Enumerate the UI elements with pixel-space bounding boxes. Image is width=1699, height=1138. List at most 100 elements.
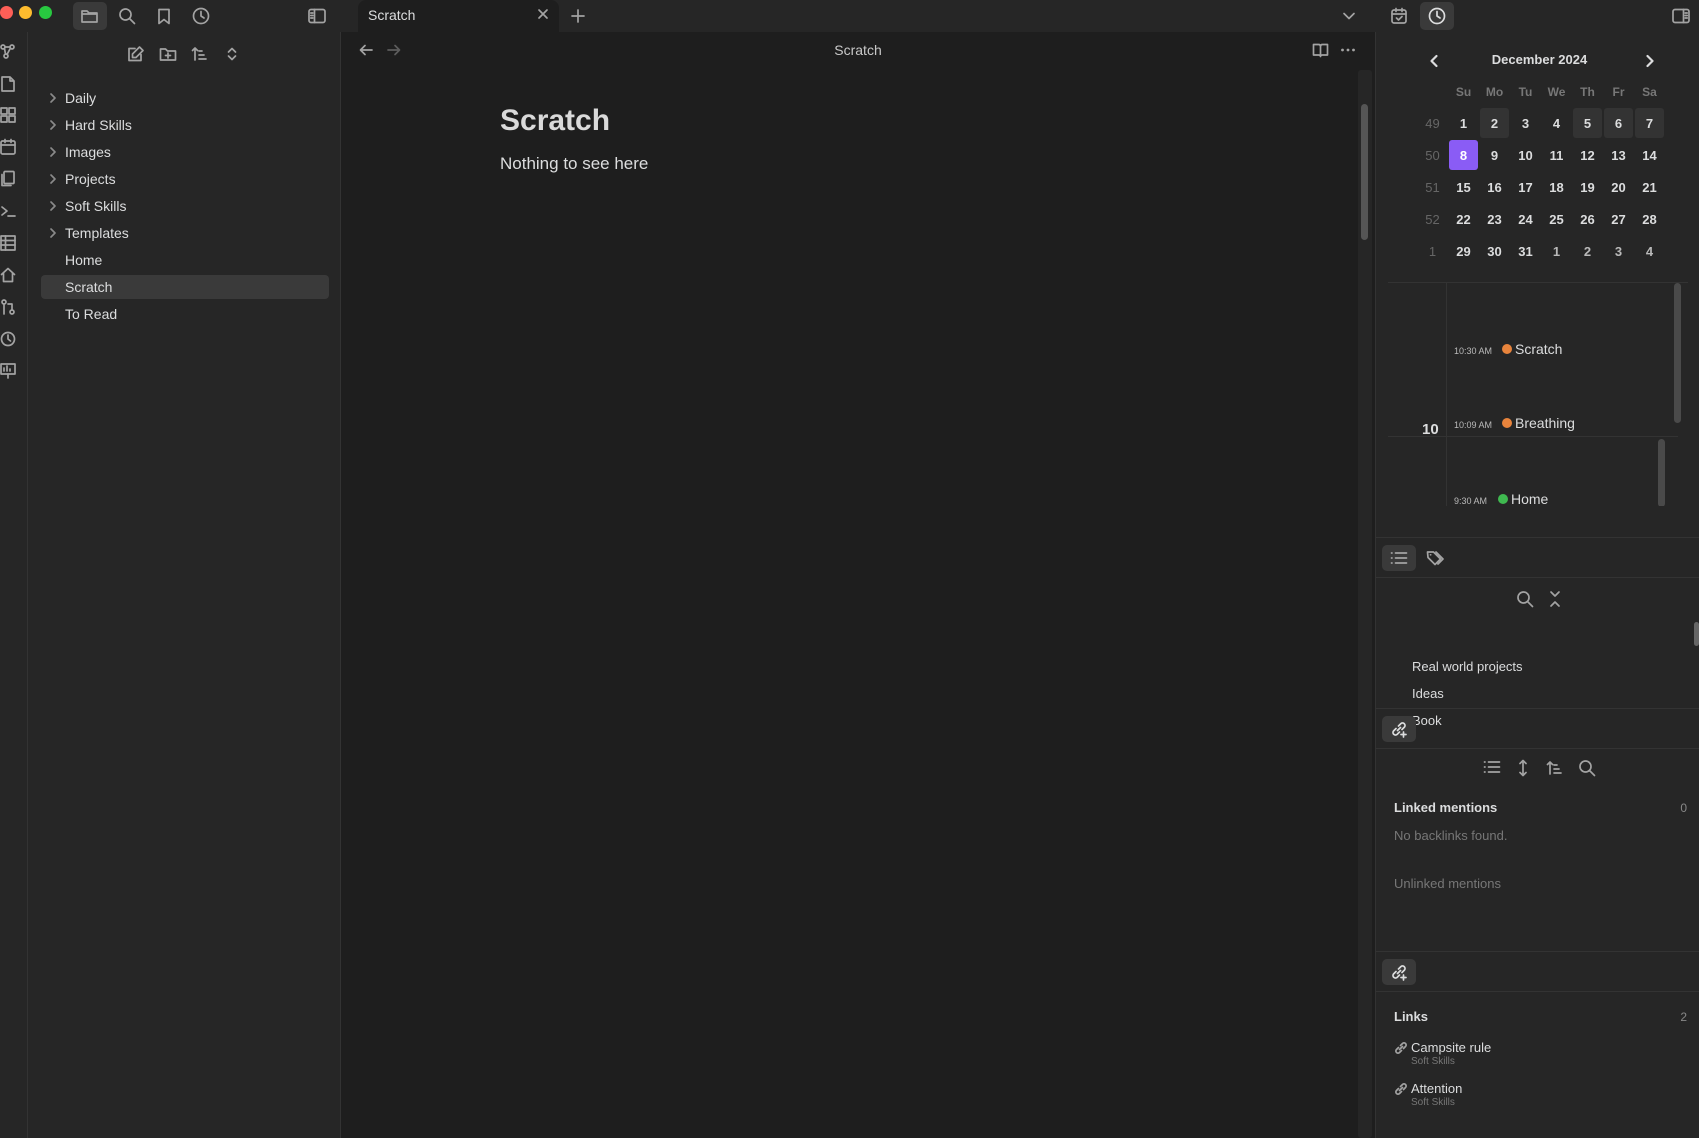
calendar-day[interactable]: 2 (1573, 236, 1602, 266)
file-explorer-tab-button[interactable] (73, 2, 107, 30)
toggle-right-sidebar-button[interactable] (1664, 2, 1698, 30)
timeline-scrollbar[interactable] (1674, 283, 1681, 423)
toggle-left-sidebar-button[interactable] (300, 2, 334, 30)
daily-note-icon[interactable] (0, 138, 16, 156)
sort-button[interactable] (188, 42, 212, 66)
calendar-day[interactable]: 2 (1480, 108, 1509, 138)
tree-folder[interactable]: Daily (41, 86, 329, 110)
calendar-day[interactable]: 16 (1480, 172, 1509, 202)
history-icon[interactable] (0, 330, 16, 348)
outgoing-links-tab-button[interactable] (1382, 959, 1416, 985)
home-icon[interactable] (0, 266, 16, 284)
collapse-all-button[interactable] (220, 42, 244, 66)
backlinks-tab-button[interactable] (1382, 716, 1416, 742)
calendar-day[interactable]: 20 (1604, 172, 1633, 202)
outgoing-link-name[interactable]: Campsite rule (1411, 1040, 1491, 1055)
calendar-day[interactable]: 27 (1604, 204, 1633, 234)
templates-icon[interactable] (0, 170, 16, 188)
calendar-day[interactable]: 13 (1604, 140, 1633, 170)
tree-folder[interactable]: Projects (41, 167, 329, 191)
backlinks-list-toggle[interactable] (1483, 759, 1501, 775)
calendar-day[interactable]: 4 (1542, 108, 1571, 138)
calendar-day[interactable]: 1 (1449, 108, 1478, 138)
dashboard-icon[interactable] (0, 106, 16, 124)
calendar-day[interactable]: 3 (1511, 108, 1540, 138)
new-tab-button[interactable] (561, 2, 595, 30)
calendar-day[interactable]: 4 (1635, 236, 1664, 266)
git-compare-icon[interactable] (0, 298, 16, 316)
canvas-icon[interactable] (0, 75, 16, 93)
backlinks-expand-toggle[interactable] (1515, 759, 1531, 777)
editor-scrollbar-thumb[interactable] (1361, 104, 1368, 240)
backlinks-search-button[interactable] (1578, 759, 1596, 777)
editor-title[interactable]: Scratch (341, 42, 1375, 58)
tree-file[interactable]: To Read (41, 302, 329, 326)
window-minimize-button[interactable] (19, 6, 32, 19)
week-number[interactable]: 49 (1418, 108, 1447, 138)
tags-tab-button[interactable] (1418, 545, 1452, 571)
presentation-icon[interactable] (0, 362, 16, 380)
linked-mentions-title[interactable]: Linked mentions (1394, 800, 1497, 815)
tag-search-button[interactable] (1516, 590, 1534, 608)
calendar-day[interactable]: 6 (1604, 108, 1633, 138)
tree-folder[interactable]: Hard Skills (41, 113, 329, 137)
calendar-day[interactable]: 26 (1573, 204, 1602, 234)
calendar-day[interactable]: 31 (1511, 236, 1540, 266)
next-month-button[interactable] (1644, 54, 1656, 68)
window-zoom-button[interactable] (39, 6, 52, 19)
outgoing-links-title[interactable]: Links (1394, 1009, 1428, 1024)
note-title[interactable]: Scratch (500, 104, 610, 138)
calendar-day[interactable]: 10 (1511, 140, 1540, 170)
tree-file[interactable]: Home (41, 248, 329, 272)
calendar-day[interactable]: 5 (1573, 108, 1602, 138)
table-icon[interactable] (0, 234, 16, 252)
week-number[interactable]: 1 (1418, 236, 1447, 266)
tag-item[interactable]: Real world projects (1412, 659, 1523, 674)
calendar-day[interactable]: 9 (1480, 140, 1509, 170)
tab-close-button[interactable] (535, 6, 551, 22)
reading-view-button[interactable] (1312, 42, 1329, 58)
calendar-day[interactable]: 25 (1542, 204, 1571, 234)
tag-list-scrollbar[interactable] (1694, 622, 1699, 646)
calendar-day[interactable]: 14 (1635, 140, 1664, 170)
tree-folder[interactable]: Soft Skills (41, 194, 329, 218)
calendar-day[interactable]: 3 (1604, 236, 1633, 266)
new-note-button[interactable] (124, 42, 148, 66)
tab-scratch[interactable]: Scratch (358, 0, 559, 32)
calendar-tab-button[interactable] (1382, 2, 1416, 30)
calendar-day[interactable]: 19 (1573, 172, 1602, 202)
week-number[interactable]: 50 (1418, 140, 1447, 170)
calendar-day[interactable]: 24 (1511, 204, 1540, 234)
timeline-entry-name[interactable]: Scratch (1515, 341, 1562, 357)
backlinks-sort-button[interactable] (1546, 759, 1564, 777)
tag-item[interactable]: Ideas (1412, 686, 1444, 701)
timeline-entry-name[interactable]: Home (1511, 491, 1548, 506)
calendar-day[interactable]: 17 (1511, 172, 1540, 202)
calendar-day[interactable]: 30 (1480, 236, 1509, 266)
calendar-day[interactable]: 23 (1480, 204, 1509, 234)
outline-tab-button[interactable] (1382, 545, 1416, 571)
window-close-button[interactable] (0, 6, 13, 19)
calendar-day[interactable]: 29 (1449, 236, 1478, 266)
calendar-day[interactable]: 21 (1635, 172, 1664, 202)
calendar-day[interactable]: 1 (1542, 236, 1571, 266)
terminal-icon[interactable] (0, 202, 16, 220)
unlinked-mentions-title[interactable]: Unlinked mentions (1394, 876, 1501, 891)
recent-files-tab-button[interactable] (184, 2, 218, 30)
more-options-button[interactable] (1340, 42, 1356, 58)
note-body[interactable]: Nothing to see here (500, 154, 648, 174)
calendar-day[interactable]: 22 (1449, 204, 1478, 234)
week-number[interactable]: 52 (1418, 204, 1447, 234)
graph-view-icon[interactable] (0, 43, 16, 61)
tab-list-dropdown-button[interactable] (1332, 2, 1366, 30)
outgoing-link-name[interactable]: Attention (1411, 1081, 1462, 1096)
week-number[interactable]: 51 (1418, 172, 1447, 202)
tree-folder[interactable]: Templates (41, 221, 329, 245)
calendar-day[interactable]: 11 (1542, 140, 1571, 170)
editor-scrollbar[interactable] (1358, 70, 1372, 1138)
timeline-inner-scrollbar[interactable] (1658, 439, 1665, 506)
calendar-day[interactable]: 18 (1542, 172, 1571, 202)
calendar-day[interactable]: 7 (1635, 108, 1664, 138)
tree-folder[interactable]: Images (41, 140, 329, 164)
timeline-entry-name[interactable]: Breathing (1515, 415, 1575, 431)
